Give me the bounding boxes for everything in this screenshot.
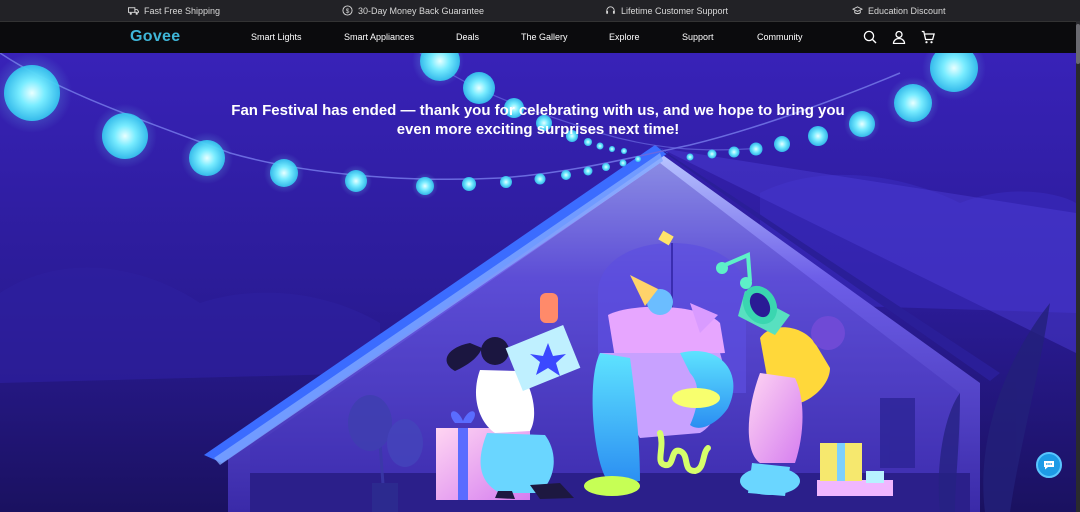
chat-button[interactable]: [1036, 452, 1062, 478]
svg-text:$: $: [346, 8, 350, 15]
nav-smart-lights[interactable]: Smart Lights: [251, 32, 302, 42]
page-scrollbar[interactable]: [1076, 21, 1080, 512]
education-discount-item[interactable]: Education Discount: [852, 0, 946, 21]
page-scrollbar-thumb[interactable]: [1076, 24, 1080, 64]
govee-logo[interactable]: Govee: [130, 28, 180, 46]
nav-community[interactable]: Community: [757, 32, 803, 42]
customer-support-label: Lifetime Customer Support: [621, 5, 729, 16]
dollar-circle-icon: $: [342, 5, 353, 16]
nav-explore[interactable]: Explore: [609, 32, 640, 42]
truck-icon: [128, 7, 139, 15]
money-back-label: 30-Day Money Back Guarantee: [358, 5, 485, 16]
announcement-bar: Fast Free Shipping $ 30-Day Money Back G…: [0, 0, 1080, 21]
graduation-cap-icon: [852, 6, 863, 15]
nav-smart-appliances[interactable]: Smart Appliances: [344, 32, 414, 42]
nav-deals[interactable]: Deals: [456, 32, 479, 42]
nav-the-gallery[interactable]: The Gallery: [521, 32, 568, 42]
fast-shipping-label: Fast Free Shipping: [144, 5, 221, 16]
chat-bubble-icon: [1044, 461, 1054, 470]
education-discount-label: Education Discount: [868, 5, 946, 16]
cart-icon[interactable]: [921, 30, 935, 44]
main-nav: Govee Smart Lights Smart Appliances Deal…: [0, 21, 1076, 54]
search-icon[interactable]: [863, 30, 877, 44]
hero-banner[interactable]: Fan Festival has ended — thank you for c…: [0, 53, 1076, 512]
fast-shipping-item[interactable]: Fast Free Shipping: [128, 0, 220, 21]
user-icon[interactable]: [892, 30, 906, 44]
headset-icon: [606, 6, 615, 14]
money-back-item[interactable]: $ 30-Day Money Back Guarantee: [342, 0, 484, 21]
hero-headline: Fan Festival has ended — thank you for c…: [231, 102, 845, 138]
customer-support-item[interactable]: Lifetime Customer Support: [605, 0, 728, 21]
nav-support[interactable]: Support: [682, 32, 714, 42]
